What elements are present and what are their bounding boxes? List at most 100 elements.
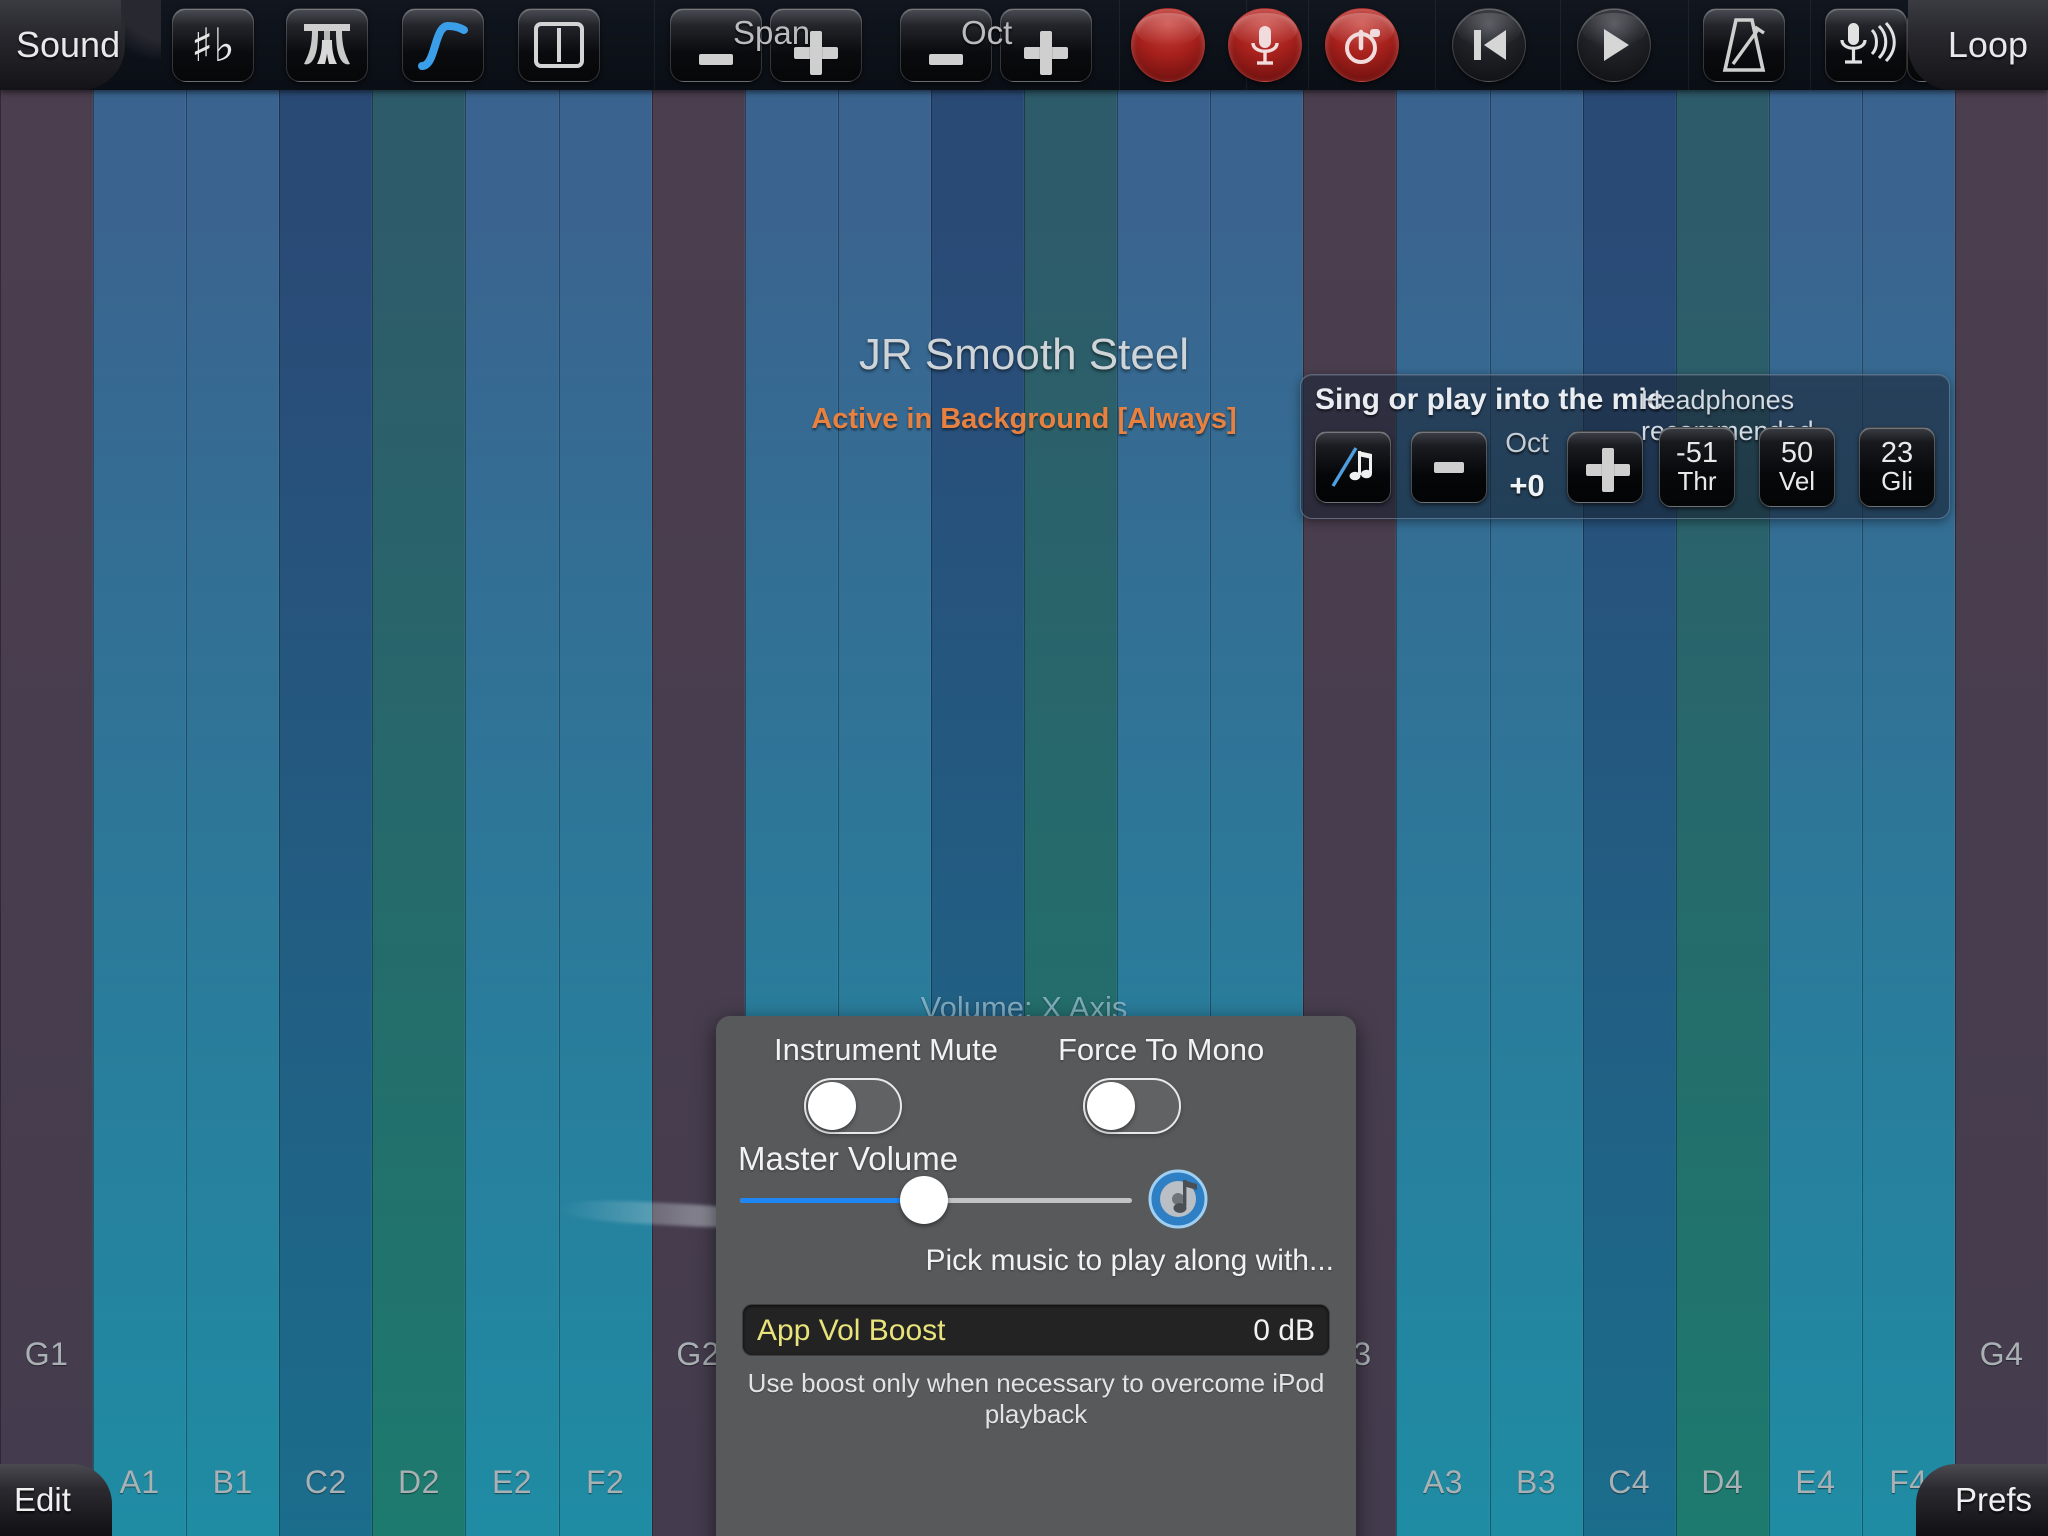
key-label: G4	[1979, 1336, 2024, 1372]
split-keyboard-button[interactable]	[518, 8, 600, 82]
key-label: D4	[1701, 1464, 1744, 1500]
key-a1[interactable]: A1	[93, 0, 187, 1536]
key-g1[interactable]: G1	[0, 0, 94, 1536]
app-vol-boost-label: App Vol Boost	[757, 1314, 946, 1347]
timer-button[interactable]	[1325, 8, 1399, 82]
harp-icon	[304, 24, 350, 65]
master-volume-slider[interactable]	[740, 1176, 1132, 1224]
harp-icon-button[interactable]	[286, 8, 368, 82]
master-volume-label: Master Volume	[738, 1140, 959, 1177]
app-root: G1A1B1C2D2E2F2G2A2B2C3D3E3F3G3A3B3C4D4E4…	[0, 0, 2048, 1536]
curve-button[interactable]	[402, 8, 484, 82]
sound-settings-dialog: Instrument Mute Force To Mono Master Vol…	[716, 1016, 1356, 1536]
instrument-mute-toggle[interactable]	[804, 1078, 902, 1134]
loop-tab-label: Loop	[1947, 24, 2028, 65]
mic-pitch-mode-button[interactable]	[1315, 431, 1391, 503]
key-label: D2	[397, 1464, 440, 1500]
microphone-circle-icon	[1251, 26, 1279, 65]
sound-tab-label: Sound	[16, 24, 121, 65]
key-label: C2	[304, 1464, 347, 1500]
key-d2[interactable]: D2	[372, 0, 466, 1536]
app-vol-boost-hint: Use boost only when necessary to overcom…	[747, 1368, 1325, 1429]
top-toolbar: ♯♭ Span Oct Sound Loop	[0, 0, 2048, 90]
dialog-body: Instrument Mute Force To Mono Master Vol…	[716, 1016, 1356, 1536]
velocity-label: Vel	[1778, 466, 1816, 497]
key-f2[interactable]: F2	[558, 0, 652, 1536]
minus-icon	[929, 53, 963, 65]
mic-panel-title: Sing or play into the mic	[1315, 383, 1664, 416]
toggle-knob	[808, 1082, 856, 1130]
play-button[interactable]	[1577, 8, 1651, 82]
key-e2[interactable]: E2	[465, 0, 559, 1536]
key-b3[interactable]: B3	[1489, 0, 1583, 1536]
music-cd-note-icon	[1148, 1169, 1208, 1229]
key-e4[interactable]: E4	[1768, 0, 1862, 1536]
prefs-tab[interactable]: Prefs	[1916, 1464, 2048, 1536]
mic-oct-plus-button[interactable]	[1567, 431, 1643, 503]
force-to-mono-label: Force To Mono	[1058, 1032, 1265, 1067]
mic-oct-value: +0	[1509, 468, 1545, 503]
pick-music-button[interactable]	[1147, 1168, 1209, 1230]
key-f4[interactable]: F4	[1861, 0, 1955, 1536]
sharp-flat-icon: ♯♭	[191, 18, 235, 72]
play-icon	[1604, 29, 1629, 61]
key-label: C4	[1608, 1464, 1651, 1500]
key-label: E2	[491, 1464, 533, 1500]
oct-minus-button[interactable]	[900, 8, 992, 82]
sound-tab[interactable]: Sound	[0, 0, 161, 90]
master-volume-fill	[740, 1198, 925, 1203]
glide-readout[interactable]: 23 Gli	[1859, 427, 1935, 507]
key-c2[interactable]: C2	[279, 0, 373, 1536]
prefs-tab-label: Prefs	[1954, 1481, 2032, 1518]
plus-icon	[1586, 448, 1630, 492]
metronome-button[interactable]	[1703, 8, 1785, 82]
key-g4[interactable]: G4	[1954, 0, 2048, 1536]
key-d4[interactable]: D4	[1675, 0, 1769, 1536]
skip-back-icon	[1474, 30, 1506, 60]
key-c4[interactable]: C4	[1582, 0, 1676, 1536]
threshold-value: -51	[1676, 436, 1718, 469]
threshold-readout[interactable]: -51 Thr	[1659, 427, 1735, 507]
mic-input-button[interactable]	[1825, 8, 1907, 82]
threshold-label: Thr	[1677, 466, 1717, 497]
toggle-knob	[1087, 1082, 1135, 1130]
key-b1[interactable]: B1	[186, 0, 280, 1536]
force-to-mono-toggle[interactable]	[1083, 1078, 1181, 1134]
mic-oct-label: Oct	[1505, 427, 1549, 458]
velocity-value: 50	[1780, 436, 1814, 469]
pick-music-label[interactable]: Pick music to play along with...	[738, 1244, 1334, 1278]
minus-icon	[699, 53, 733, 65]
app-vol-boost-field[interactable]: App Vol Boost 0 dB	[742, 1304, 1330, 1356]
minus-icon	[1434, 461, 1464, 473]
oct-plus-button[interactable]	[1000, 8, 1092, 82]
instrument-mute-label: Instrument Mute	[774, 1032, 998, 1067]
accidental-toggle-button[interactable]: ♯♭	[172, 8, 254, 82]
line-note-icon	[1331, 447, 1372, 487]
span-plus-button[interactable]	[770, 8, 862, 82]
split-panel-icon	[534, 22, 584, 68]
edit-tab-label: Edit	[14, 1481, 71, 1518]
loop-tab[interactable]: Loop	[1908, 0, 2048, 90]
glide-value: 23	[1880, 436, 1914, 469]
glide-label: Gli	[1881, 466, 1913, 497]
mic-oct-minus-button[interactable]	[1411, 431, 1487, 503]
key-label: B3	[1515, 1464, 1557, 1500]
record-button[interactable]	[1131, 8, 1205, 82]
key-label: F2	[585, 1464, 625, 1500]
key-label: A3	[1422, 1464, 1464, 1500]
page-title: JR Smooth Steel	[858, 330, 1190, 379]
key-a3[interactable]: A3	[1396, 0, 1490, 1536]
plus-icon	[794, 31, 838, 75]
mic-record-button[interactable]	[1228, 8, 1302, 82]
edit-tab[interactable]: Edit	[0, 1464, 112, 1536]
master-volume-knob[interactable]	[900, 1176, 949, 1224]
metronome-icon	[1722, 18, 1766, 72]
plus-icon	[1024, 31, 1068, 75]
rewind-to-start-button[interactable]	[1452, 8, 1526, 82]
toggles-row: Instrument Mute Force To Mono	[738, 1028, 1334, 1146]
velocity-readout[interactable]: 50 Vel	[1759, 427, 1835, 507]
s-curve-icon	[418, 21, 468, 70]
span-minus-button[interactable]	[670, 8, 762, 82]
key-label: B1	[212, 1464, 253, 1500]
key-label: E4	[1795, 1464, 1836, 1500]
